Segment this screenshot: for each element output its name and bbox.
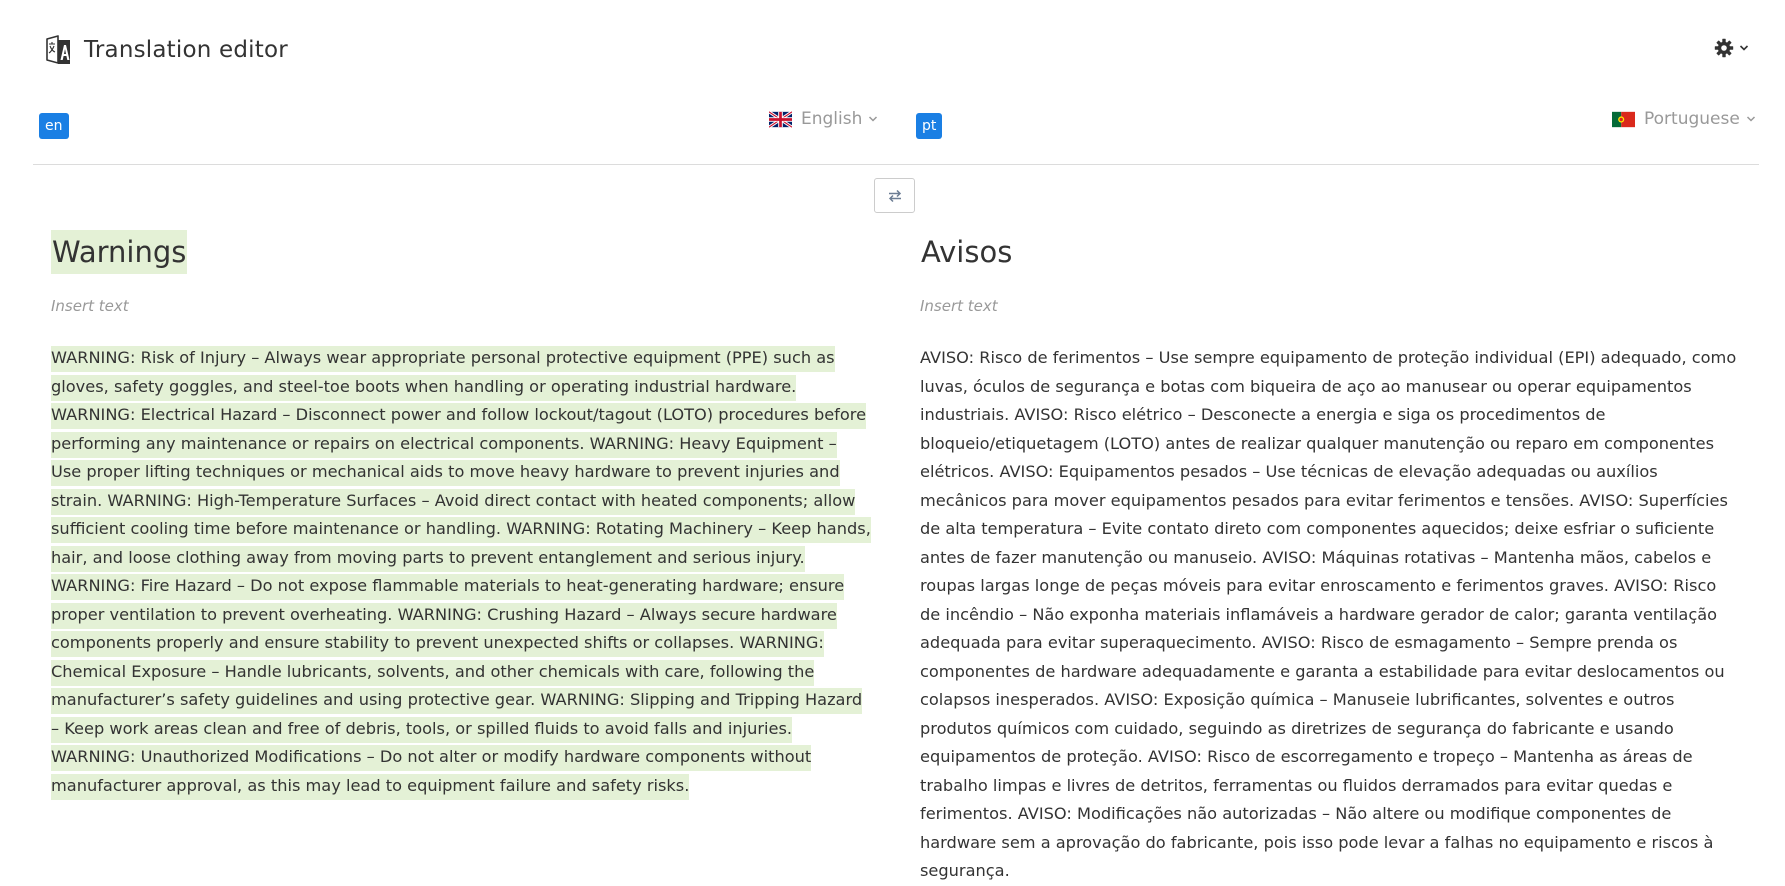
chevron-down-icon	[869, 116, 878, 122]
swap-languages-button[interactable]	[874, 178, 915, 213]
source-pane: Warnings Insert text WARNING: Risk of In…	[51, 230, 871, 800]
target-title[interactable]: Avisos	[920, 230, 1013, 274]
source-language-code[interactable]: en	[39, 113, 69, 139]
gear-icon	[1714, 38, 1734, 58]
header-divider	[33, 164, 1759, 165]
target-insert-text-placeholder[interactable]: Insert text	[920, 296, 1740, 316]
portugal-flag-icon	[1612, 111, 1635, 127]
target-language-code[interactable]: pt	[916, 113, 943, 139]
target-language-name: Portuguese	[1644, 109, 1740, 129]
uk-flag-icon	[769, 110, 792, 128]
source-language-name: English	[801, 109, 863, 129]
swap-arrows-icon	[888, 189, 901, 202]
source-insert-text-placeholder[interactable]: Insert text	[51, 296, 871, 316]
source-body-highlight: WARNING: Risk of Injury – Always wear ap…	[51, 346, 871, 800]
source-title[interactable]: Warnings	[51, 230, 188, 274]
source-body-text[interactable]: WARNING: Risk of Injury – Always wear ap…	[51, 344, 871, 800]
app-title: Translation editor	[84, 37, 288, 63]
translate-icon	[46, 35, 70, 64]
chevron-down-icon	[1739, 45, 1749, 51]
target-body-text[interactable]: AVISO: Risco de ferimentos – Use sempre …	[920, 344, 1740, 886]
app-header: Translation editor	[44, 32, 288, 68]
target-language-select[interactable]: Portuguese	[1612, 109, 1756, 129]
settings-menu[interactable]	[1714, 38, 1749, 58]
source-language-select[interactable]: English	[769, 109, 878, 129]
chevron-down-icon	[1746, 116, 1755, 122]
target-pane: Avisos Insert text AVISO: Risco de ferim…	[920, 230, 1740, 886]
